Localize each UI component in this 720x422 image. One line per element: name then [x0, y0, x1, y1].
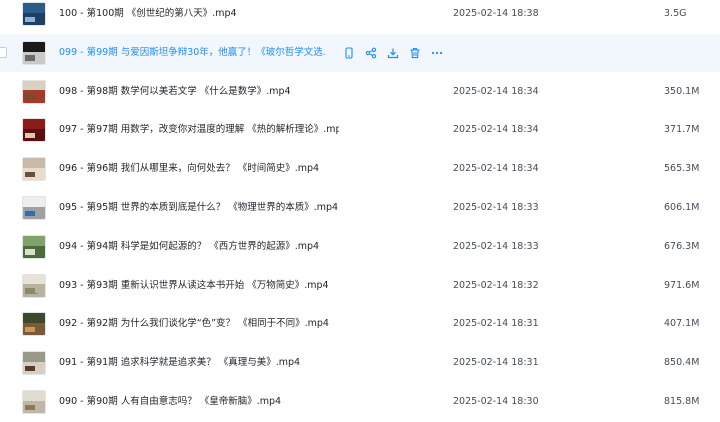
file-name[interactable]: 091 - 第91期 追求科学就是追求美？ 《真理与美》.mp4: [59, 344, 300, 382]
file-size: 565.3M: [664, 163, 700, 175]
delete-icon[interactable]: [408, 46, 422, 60]
file-size: 815.8M: [664, 396, 700, 407]
video-thumbnail[interactable]: [22, 2, 46, 26]
file-row[interactable]: 092 - 第92期 为什么我们谈化学“色”变？ 《相同于不同》.mp4 2025…: [0, 305, 720, 343]
modified-date: 2025-02-14 18:32: [453, 279, 539, 291]
file-row[interactable]: 094 - 第94期 科学是如何起源的？ 《西方世界的起源》.mp4 2025-0…: [0, 228, 720, 266]
file-row[interactable]: 093 - 第93期 重新认识世界从读这本书开始 《万物简史》.mp4 2025-…: [0, 267, 720, 305]
file-size: 971.6M: [664, 279, 700, 291]
modified-date: 2025-02-14 18:31: [453, 318, 539, 330]
video-thumbnail[interactable]: [22, 196, 46, 220]
video-thumbnail[interactable]: [22, 118, 46, 143]
file-size: 3.5G: [664, 8, 687, 19]
video-thumbnail[interactable]: [22, 40, 46, 65]
file-row[interactable]: 098 - 第98期 数学何以美若文学 《什么是数学》.mp4 2025-02-1…: [0, 73, 720, 111]
file-size: 371.7M: [664, 124, 700, 136]
file-name[interactable]: 099 - 第99期 与爱因斯坦争辩30年，他赢了！《玻尔哲学文选...: [59, 34, 327, 72]
modified-date: 2025-02-14 18:33: [453, 240, 539, 252]
file-row[interactable]: 099 - 第99期 与爱因斯坦争辩30年，他赢了！《玻尔哲学文选...: [0, 33, 720, 72]
share-icon[interactable]: [364, 46, 378, 60]
video-thumbnail[interactable]: [22, 351, 46, 376]
file-row[interactable]: 100 - 第100期 《创世纪的第八天》.mp4 2025-02-14 18:3…: [0, 0, 720, 33]
file-name[interactable]: 095 - 第95期 世界的本质到底是什么？ 《物理世界的本质》.mp4: [59, 189, 338, 227]
file-size: 676.3M: [664, 240, 700, 252]
file-name[interactable]: 093 - 第93期 重新认识世界从读这本书开始 《万物简史》.mp4: [59, 267, 329, 305]
modified-date: 2025-02-14 18:34: [453, 163, 539, 175]
video-thumbnail[interactable]: [22, 390, 46, 414]
file-row[interactable]: 096 - 第96期 我们从哪里来，向何处去？ 《时间简史》.mp4 2025-0…: [0, 150, 720, 188]
file-row[interactable]: 095 - 第95期 世界的本质到底是什么？ 《物理世界的本质》.mp4 2025…: [0, 189, 720, 227]
file-size: 606.1M: [664, 202, 700, 213]
modified-date: 2025-02-14 18:38: [453, 8, 539, 19]
file-name[interactable]: 094 - 第94期 科学是如何起源的？ 《西方世界的起源》.mp4: [59, 228, 319, 266]
modified-date: 2025-02-14 18:31: [453, 357, 539, 369]
row-checkbox[interactable]: [0, 46, 7, 58]
file-name[interactable]: 100 - 第100期 《创世纪的第八天》.mp4: [59, 0, 237, 33]
file-row[interactable]: 090 - 第90期 人有自由意志吗？ 《皇帝新脑》.mp4 2025-02-14…: [0, 383, 720, 421]
file-row[interactable]: 097 - 第97期 用数学，改变你对温度的理解 《热的解析理论》.mp4 202…: [0, 111, 720, 149]
video-thumbnail[interactable]: [22, 234, 46, 259]
file-list: 100 - 第100期 《创世纪的第八天》.mp4 2025-02-14 18:3…: [0, 0, 720, 422]
row-actions: [342, 46, 452, 60]
file-name[interactable]: 098 - 第98期 数学何以美若文学 《什么是数学》.mp4: [59, 73, 291, 111]
modified-date: 2025-02-14 18:33: [453, 202, 539, 213]
modified-date: 2025-02-14 18:30: [453, 396, 539, 407]
modified-date: 2025-02-14 18:34: [453, 85, 539, 97]
phone-icon[interactable]: [342, 46, 356, 60]
file-size: 850.4M: [664, 357, 700, 369]
more-icon[interactable]: [430, 46, 444, 60]
file-name[interactable]: 092 - 第92期 为什么我们谈化学“色”变？ 《相同于不同》.mp4: [59, 305, 329, 343]
file-name[interactable]: 090 - 第90期 人有自由意志吗？ 《皇帝新脑》.mp4: [59, 383, 281, 421]
video-thumbnail[interactable]: [22, 157, 46, 182]
file-size: 350.1M: [664, 85, 700, 97]
download-icon[interactable]: [386, 46, 400, 60]
file-size: 407.1M: [664, 318, 700, 330]
video-thumbnail[interactable]: [22, 79, 46, 104]
video-thumbnail[interactable]: [22, 273, 46, 298]
file-name[interactable]: 097 - 第97期 用数学，改变你对温度的理解 《热的解析理论》.mp4: [59, 111, 339, 149]
file-row[interactable]: 091 - 第91期 追求科学就是追求美？ 《真理与美》.mp4 2025-02-…: [0, 344, 720, 382]
modified-date: 2025-02-14 18:34: [453, 124, 539, 136]
file-name[interactable]: 096 - 第96期 我们从哪里来，向何处去？ 《时间简史》.mp4: [59, 150, 319, 188]
video-thumbnail[interactable]: [22, 312, 46, 337]
